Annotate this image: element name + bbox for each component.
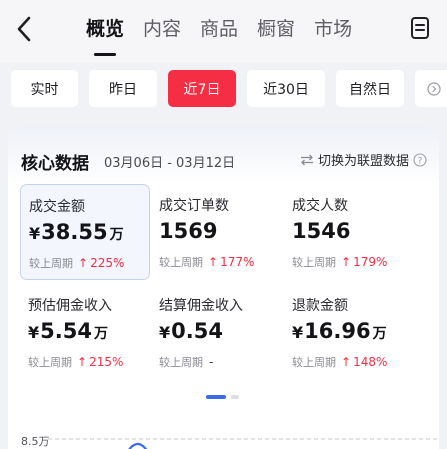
metric-compare: 较上周期 ↑ 215% — [28, 355, 124, 369]
metric-compare: 较上周期 ↑ 148% — [292, 355, 388, 369]
date-range-text: 03月06日 - 03月12日 — [104, 156, 236, 171]
chart-gridline-label: 8.5万 — [21, 435, 50, 448]
metric-value: ¥38.55 万 — [29, 220, 124, 244]
chip-natural-day[interactable]: 自然日 — [336, 70, 404, 107]
up-arrow-icon: ↑ — [341, 255, 352, 269]
tab-products[interactable]: 商品 — [200, 14, 238, 44]
metric-label: 预估佣金收入 — [28, 298, 112, 314]
back-arrow-icon[interactable] — [10, 12, 38, 46]
trend-chart[interactable] — [48, 426, 439, 449]
metric-pager[interactable] — [206, 395, 244, 399]
metric-label: 成交订单数 — [159, 198, 229, 214]
chip-last-30-days[interactable]: 近30日 — [247, 70, 325, 107]
pager-dot-active[interactable] — [206, 395, 226, 399]
svg-text:?: ? — [418, 156, 423, 166]
tab-showcase[interactable]: 橱窗 — [257, 14, 295, 44]
tab-overview[interactable]: 概览 — [86, 14, 124, 56]
chip-yesterday[interactable]: 昨日 — [89, 70, 157, 107]
metric-value: ¥5.54 万 — [28, 319, 108, 343]
metric-compare: 较上周期 ↑ 177% — [159, 255, 255, 269]
chart-series-line — [128, 442, 148, 449]
pager-dot[interactable] — [231, 395, 239, 399]
chip-last-7-days[interactable]: 近7日 — [168, 70, 236, 107]
metric-estimated-commission[interactable]: 预估佣金收入 ¥5.54 万 较上周期 ↑ 215% — [20, 284, 150, 380]
switch-to-alliance-button[interactable]: 切换为联盟数据 ? — [300, 150, 427, 169]
metric-value: ¥16.96 万 — [292, 319, 387, 343]
date-range-chips: 实时 昨日 近7日 近30日 自然日 — [11, 70, 447, 107]
metric-value: 1546 — [292, 219, 351, 243]
up-arrow-icon: ↑ — [77, 355, 88, 369]
metric-value: 1569 — [159, 219, 218, 243]
swap-icon — [300, 154, 313, 165]
metric-compare: 较上周期 ↑ 225% — [29, 256, 125, 270]
switch-label: 切换为联盟数据 — [317, 154, 409, 169]
metric-label: 成交金额 — [29, 199, 85, 215]
metric-value: ¥0.54 — [159, 319, 223, 343]
up-arrow-icon: ↑ — [208, 255, 219, 269]
tab-market[interactable]: 市场 — [314, 14, 352, 44]
metric-compare: 较上周期 - — [159, 355, 214, 369]
top-bar: 概览 内容 商品 橱窗 市场 — [0, 0, 447, 62]
notes-icon[interactable] — [409, 16, 431, 40]
metric-orders[interactable]: 成交订单数 1569 较上周期 ↑ 177% — [151, 184, 281, 280]
help-icon[interactable]: ? — [413, 152, 427, 167]
tab-bar: 概览 内容 商品 橱窗 市场 — [86, 14, 371, 56]
metric-label: 成交人数 — [292, 198, 348, 214]
metric-label: 结算佣金收入 — [159, 298, 243, 314]
metric-refund-amount[interactable]: 退款金额 ¥16.96 万 较上周期 ↑ 148% — [284, 284, 414, 380]
up-arrow-icon: ↑ — [341, 355, 352, 369]
core-data-title: 核心数据 — [21, 154, 89, 174]
chip-realtime[interactable]: 实时 — [11, 70, 78, 107]
metric-compare: 较上周期 ↑ 179% — [292, 255, 388, 269]
metric-gmv[interactable]: 成交金额 ¥38.55 万 较上周期 ↑ 225% — [20, 184, 150, 280]
metric-settled-commission[interactable]: 结算佣金收入 ¥0.54 较上周期 - — [151, 284, 281, 380]
metric-label: 退款金额 — [292, 298, 348, 314]
tab-content[interactable]: 内容 — [143, 14, 181, 44]
core-data-card: 核心数据 03月06日 - 03月12日 切换为联盟数据 ? 成交金额 ¥38.… — [8, 126, 439, 449]
chip-more[interactable] — [415, 70, 447, 107]
metric-buyers[interactable]: 成交人数 1546 较上周期 ↑ 179% — [284, 184, 414, 280]
up-arrow-icon: ↑ — [78, 256, 89, 270]
chevron-right-circle-icon — [427, 81, 441, 96]
